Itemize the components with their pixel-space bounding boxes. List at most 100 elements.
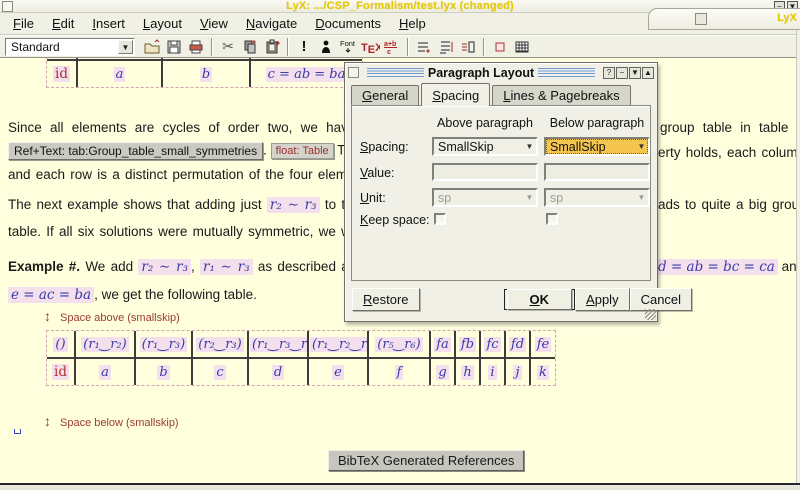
table-cell[interactable]: j: [513, 365, 521, 380]
dialog-button-row: Restore OK Apply Cancel: [345, 288, 657, 311]
math-inset[interactable]: r₁ ∼ r₃: [200, 259, 253, 275]
paragraph-layout-dialog[interactable]: Paragraph Layout ? − ▼ ▲ General Spacing…: [344, 62, 658, 322]
reference-inset[interactable]: Ref+Text: tab:Group_table_small_symmetri…: [8, 142, 263, 160]
window-menu-icon[interactable]: [2, 1, 13, 12]
numbered-lines-icon[interactable]: [414, 37, 434, 57]
tab-general[interactable]: General: [351, 85, 419, 105]
math-inset[interactable]: r₂ ∼ r₃: [267, 197, 320, 213]
open-icon[interactable]: [142, 37, 162, 57]
menu-help[interactable]: Help: [390, 14, 435, 33]
table-cell[interactable]: (r₁‿r₃‿r₂): [250, 337, 308, 352]
tab-spacing[interactable]: Spacing: [421, 83, 490, 106]
restore-button[interactable]: Restore: [352, 288, 420, 311]
ok-button[interactable]: OK: [507, 289, 573, 310]
bibtex-references-inset[interactable]: BibTeX Generated References: [328, 450, 524, 471]
value-below-input[interactable]: [544, 163, 650, 181]
menu-layout[interactable]: Layout: [134, 14, 191, 33]
noun-icon[interactable]: [316, 37, 336, 57]
paste-icon[interactable]: [262, 37, 282, 57]
menu-insert[interactable]: Insert: [83, 14, 134, 33]
paragraph-text: table. If all six solutions were mutuall…: [8, 224, 397, 239]
table-cell[interactable]: a: [114, 67, 126, 82]
math-inset[interactable]: r₂ ∼ r₃: [138, 259, 191, 275]
combobox-arrow-icon[interactable]: ▼: [523, 142, 536, 151]
table-cell[interactable]: (): [53, 337, 67, 352]
copy-icon[interactable]: [240, 37, 260, 57]
table-cell[interactable]: (r₅‿r₆): [375, 337, 422, 352]
table-cell[interactable]: fb: [459, 337, 476, 352]
table-cell[interactable]: a: [99, 365, 111, 380]
below-paragraph-header: Below paragraph: [544, 116, 650, 130]
table-cell[interactable]: b: [200, 67, 212, 82]
table-cell[interactable]: c = ab = ba: [266, 67, 348, 82]
table-cell[interactable]: (r₁‿r₂): [81, 337, 128, 352]
menu-edit[interactable]: Edit: [43, 14, 83, 33]
dialog-menu-icon[interactable]: [348, 67, 359, 78]
insert-table-icon[interactable]: [512, 37, 532, 57]
table-cell[interactable]: id: [53, 66, 70, 82]
dialog-minimize-button[interactable]: −: [616, 67, 628, 79]
spacing-below-combobox[interactable]: SmallSkip ▼: [544, 137, 650, 156]
paragraph-text: ads to quite a big group: [658, 197, 800, 212]
math-inset[interactable]: d = ab = bc = ca: [655, 259, 778, 275]
dialog-title: Paragraph Layout: [428, 66, 534, 80]
table-cell[interactable]: h: [461, 365, 473, 380]
table-cell[interactable]: id: [52, 364, 69, 380]
inset-frame-icon[interactable]: [490, 37, 510, 57]
group-table[interactable]: () (r₁‿r₂) (r₁‿r₃) (r₂‿r₃) (r₁‿r₃‿r₂) (r…: [46, 330, 556, 386]
increase-depth-icon[interactable]: [458, 37, 478, 57]
save-icon[interactable]: [164, 37, 184, 57]
keep-space-below-checkbox[interactable]: [546, 213, 558, 225]
small-group-table[interactable]: () (r₁‿r₂) (r₅‿r₆) (r₁‿r₂‿r₅‿r₆) id a b …: [46, 58, 363, 88]
spacing-label: Spacing:: [360, 140, 409, 154]
table-cell[interactable]: e: [332, 365, 344, 380]
table-cell[interactable]: g: [436, 365, 448, 380]
window-bottom-strip: [0, 485, 800, 490]
table-cell[interactable]: f: [395, 365, 404, 380]
menu-navigate[interactable]: Navigate: [237, 14, 306, 33]
print-icon[interactable]: [186, 37, 206, 57]
keep-space-above-checkbox[interactable]: [434, 213, 446, 225]
combobox-arrow-icon[interactable]: ▼: [635, 142, 648, 151]
spacing-above-combobox[interactable]: SmallSkip ▼: [432, 137, 538, 156]
table-cell[interactable]: d: [272, 365, 284, 380]
menu-file[interactable]: File: [4, 14, 43, 33]
dialog-restore-button[interactable]: ▲: [642, 67, 654, 79]
menu-documents[interactable]: Documents: [306, 14, 390, 33]
paragraph-text: We add: [85, 259, 133, 274]
menu-view[interactable]: View: [191, 14, 237, 33]
apply-button[interactable]: Apply: [575, 288, 630, 311]
unit-above-combobox: sp ▼: [432, 188, 538, 207]
table-cell[interactable]: i: [488, 365, 496, 380]
table-cell[interactable]: b: [157, 365, 169, 380]
paragraph-line: Ref+Text: tab:Group_table_small_symmetri…: [8, 142, 372, 160]
table-cell[interactable]: fd: [509, 337, 526, 352]
dialog-titlebar[interactable]: Paragraph Layout ? − ▼ ▲: [345, 63, 657, 80]
table-cell[interactable]: (r₂‿r₃): [196, 337, 243, 352]
table-cell[interactable]: (r₁‿r₃): [140, 337, 187, 352]
background-window-titlebar[interactable]: LyX: [648, 8, 800, 30]
table-cell[interactable]: fa: [434, 337, 451, 352]
value-above-input[interactable]: [432, 163, 538, 181]
dialog-shade-button[interactable]: ▼: [629, 67, 641, 79]
cut-icon[interactable]: ✂: [218, 37, 238, 57]
combobox-arrow-icon[interactable]: ▼: [118, 40, 133, 54]
tex-mode-icon[interactable]: TEX: [360, 37, 380, 57]
free-font-icon[interactable]: Font: [338, 37, 358, 57]
table-cell[interactable]: c: [214, 365, 225, 380]
cancel-button[interactable]: Cancel: [630, 288, 692, 311]
tab-lines-pagebreaks[interactable]: Lines & Pagebreaks: [492, 85, 630, 105]
emphasis-icon[interactable]: !: [294, 37, 314, 57]
table-cell[interactable]: fc: [484, 337, 500, 352]
paragraph-style-combobox[interactable]: Standard ▼: [5, 38, 135, 56]
table-cell[interactable]: k: [537, 365, 549, 380]
background-window-icon[interactable]: [695, 13, 707, 25]
table-cell[interactable]: fe: [535, 337, 552, 352]
math-inset[interactable]: e = ac = ba: [8, 287, 94, 303]
line-spacing-icon[interactable]: [436, 37, 456, 57]
math-mode-icon[interactable]: a+bc: [382, 37, 402, 57]
table-cell[interactable]: (r₁‿r₂‿r₃): [310, 337, 368, 352]
dialog-help-button[interactable]: ?: [603, 67, 615, 79]
float-table-inset[interactable]: float: Table: [271, 143, 334, 159]
dialog-resize-grip[interactable]: [645, 309, 656, 320]
